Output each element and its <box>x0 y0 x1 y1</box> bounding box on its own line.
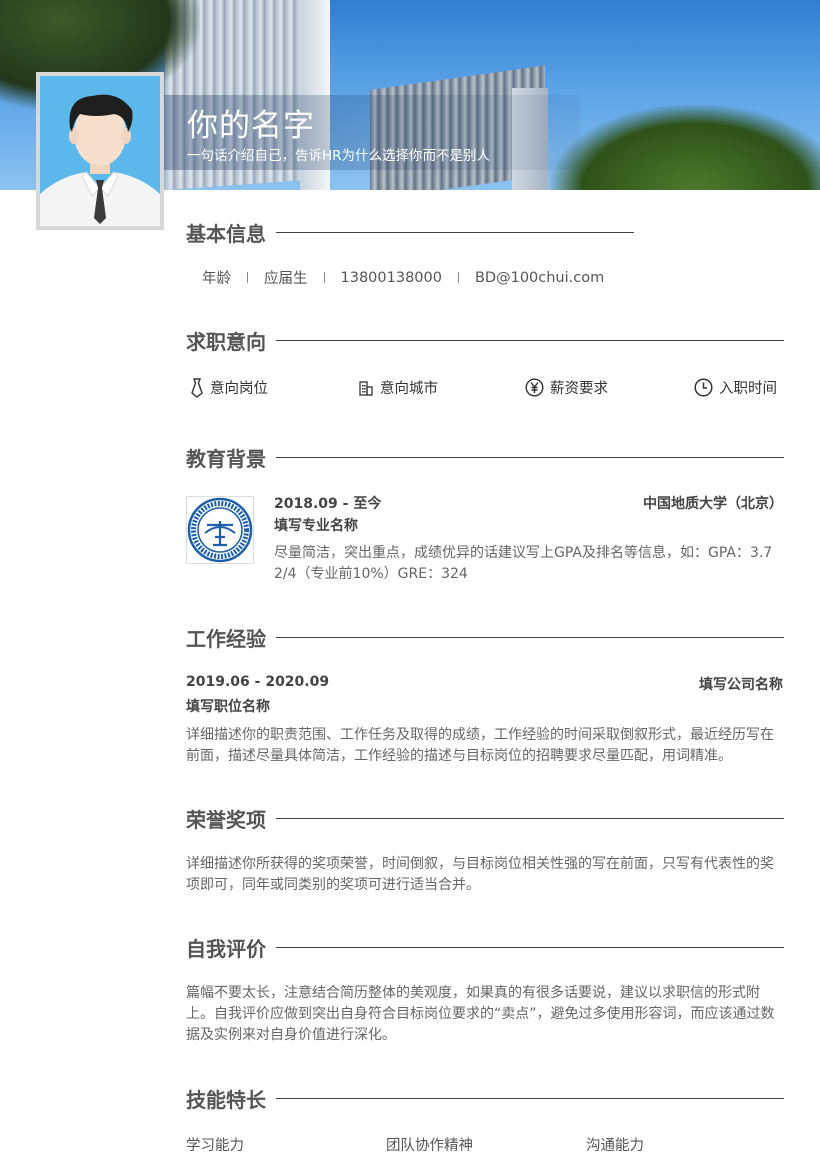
university-logo <box>186 496 254 564</box>
self-evaluation-description: 篇幅不要太长，注意结合简历整体的美观度，如果真的有很多话要说，建议以求职信的形式… <box>186 985 775 1043</box>
section-title: 教育背景 <box>186 447 266 471</box>
section-divider <box>276 818 784 819</box>
section-title: 自我评价 <box>186 937 266 961</box>
yen-icon <box>525 378 544 397</box>
university-seal-icon <box>187 497 253 563</box>
intent-start-date: 入职时间 <box>694 377 777 398</box>
section-title: 求职意向 <box>186 330 266 354</box>
intent-label: 意向岗位 <box>210 381 268 397</box>
resume-name: 你的名字 <box>187 108 315 144</box>
basic-info-phone: 13800138000 <box>340 269 442 286</box>
building-icon <box>359 380 373 396</box>
section-divider <box>276 232 634 233</box>
section-divider <box>276 457 784 458</box>
section-skills: 技能特长 <box>186 1084 784 1114</box>
basic-info-row: 年龄 应届生 13800138000 BD@100chui.com <box>202 267 604 288</box>
skill-item: 学习能力 <box>186 1138 244 1154</box>
intent-label: 薪资要求 <box>550 381 608 397</box>
separator <box>247 272 248 283</box>
work-company: 填写公司名称 <box>699 677 783 693</box>
section-divider <box>276 340 784 341</box>
work-description: 详细描述你的职责范围、工作任务及取得的成绩，工作经验的时间采取倒叙形式，最近经历… <box>186 727 774 764</box>
avatar-person-icon <box>40 94 160 226</box>
skill-item: 沟通能力 <box>586 1138 644 1154</box>
intent-position: 意向岗位 <box>190 377 268 398</box>
basic-info-status: 应届生 <box>264 271 308 287</box>
section-title: 荣誉奖项 <box>186 808 266 832</box>
section-education: 教育背景 <box>186 443 784 473</box>
section-job-intent: 求职意向 <box>186 326 784 356</box>
resume-tagline: 一句话介绍自己，告诉HR为什么选择你而不是别人 <box>187 148 491 164</box>
section-title: 基本信息 <box>186 222 266 246</box>
section-title: 技能特长 <box>186 1088 266 1112</box>
basic-info-email: BD@100chui.com <box>474 269 605 286</box>
basic-info-age: 年龄 <box>202 271 231 287</box>
intent-label: 入职时间 <box>719 381 777 397</box>
separator <box>323 272 325 283</box>
honors-description: 详细描述你所获得的奖项荣誉，时间倒叙，与目标岗位相关性强的写在前面，只写有代表性… <box>186 856 774 893</box>
skill-item: 团队协作精神 <box>386 1138 473 1154</box>
section-divider <box>276 637 784 638</box>
section-work-experience: 工作经验 <box>186 623 784 653</box>
banner-tree <box>550 105 820 190</box>
clock-icon <box>694 378 713 397</box>
avatar <box>36 72 164 230</box>
separator <box>457 272 459 283</box>
work-date: 2019.06 - 2020.09 <box>186 674 330 690</box>
section-title: 工作经验 <box>186 627 266 651</box>
work-position: 填写职位名称 <box>186 699 270 715</box>
section-self-evaluation: 自我评价 <box>186 933 784 963</box>
section-basic-info: 基本信息 <box>186 218 636 248</box>
section-divider <box>276 947 784 948</box>
education-date: 2018.09 - 至今 <box>274 496 382 512</box>
education-major: 填写专业名称 <box>274 518 358 534</box>
section-divider <box>276 1098 784 1099</box>
intent-label: 意向城市 <box>380 381 438 397</box>
education-description: 尽量简洁，突出重点，成绩优异的话建议写上GPA及排名等信息，如：GPA：3.72… <box>274 545 773 582</box>
tie-icon <box>191 377 203 398</box>
intent-city: 意向城市 <box>358 377 438 398</box>
intent-salary: 薪资要求 <box>525 377 608 398</box>
section-honors: 荣誉奖项 <box>186 804 784 834</box>
education-school: 中国地质大学（北京） <box>643 496 783 512</box>
